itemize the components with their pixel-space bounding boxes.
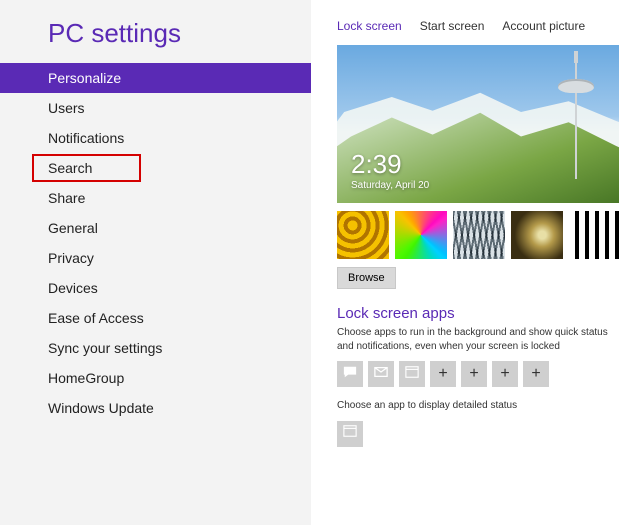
quick-status-slots: [337, 361, 644, 387]
sidebar-item-homegroup[interactable]: HomeGroup: [0, 363, 311, 393]
calendar-icon: [405, 365, 419, 384]
sidebar-item-users[interactable]: Users: [0, 93, 311, 123]
tab-start-screen[interactable]: Start screen: [420, 19, 485, 33]
messaging-icon: [343, 365, 357, 384]
sidebar-item-general[interactable]: General: [0, 213, 311, 243]
background-thumb[interactable]: [569, 211, 621, 259]
background-thumb[interactable]: [337, 211, 389, 259]
section-desc-apps: Choose apps to run in the background and…: [337, 326, 624, 353]
sidebar-item-share[interactable]: Share: [0, 183, 311, 213]
nav-list: PersonalizeUsersNotificationsSearchShare…: [0, 63, 311, 423]
app-slot-add[interactable]: [461, 361, 487, 387]
tab-bar: Lock screen Start screen Account picture: [311, 18, 644, 33]
detailed-status-slots: [337, 421, 644, 447]
page-title: PC settings: [0, 18, 311, 63]
app-slot-messaging[interactable]: [337, 361, 363, 387]
sidebar-item-ease-of-access[interactable]: Ease of Access: [0, 303, 311, 333]
preview-decor: [575, 59, 577, 179]
background-thumb[interactable]: [511, 211, 563, 259]
sidebar-item-devices[interactable]: Devices: [0, 273, 311, 303]
app-slot-add[interactable]: [430, 361, 456, 387]
calendar-icon: [343, 424, 357, 443]
lockscreen-clock: 2:39 Saturday, April 20: [351, 149, 429, 191]
clock-date: Saturday, April 20: [351, 180, 429, 191]
sidebar-item-privacy[interactable]: Privacy: [0, 243, 311, 273]
mail-icon: [374, 365, 388, 384]
sidebar-item-search[interactable]: Search: [0, 153, 311, 183]
background-thumb[interactable]: [395, 211, 447, 259]
main-panel: Lock screen Start screen Account picture 2…: [311, 0, 644, 525]
app-slot-calendar[interactable]: [399, 361, 425, 387]
background-thumbnails: [337, 211, 644, 259]
background-thumb[interactable]: [453, 211, 505, 259]
app-slot-add[interactable]: [492, 361, 518, 387]
app-slot-detail[interactable]: [337, 421, 363, 447]
sidebar: PC settings PersonalizeUsersNotification…: [0, 0, 311, 525]
sidebar-item-personalize[interactable]: Personalize: [0, 63, 311, 93]
tab-account-picture[interactable]: Account picture: [502, 19, 585, 33]
app-slot-add[interactable]: [523, 361, 549, 387]
browse-button[interactable]: Browse: [337, 267, 396, 289]
sidebar-item-notifications[interactable]: Notifications: [0, 123, 311, 153]
section-title-apps: Lock screen apps: [337, 305, 644, 322]
tab-lock-screen[interactable]: Lock screen: [337, 19, 402, 33]
section-desc-detail: Choose an app to display detailed status: [337, 399, 624, 413]
sidebar-item-windows-update[interactable]: Windows Update: [0, 393, 311, 423]
app-slot-mail[interactable]: [368, 361, 394, 387]
clock-time: 2:39: [351, 149, 429, 180]
lockscreen-preview: 2:39 Saturday, April 20: [337, 45, 619, 203]
sidebar-item-sync-your-settings[interactable]: Sync your settings: [0, 333, 311, 363]
